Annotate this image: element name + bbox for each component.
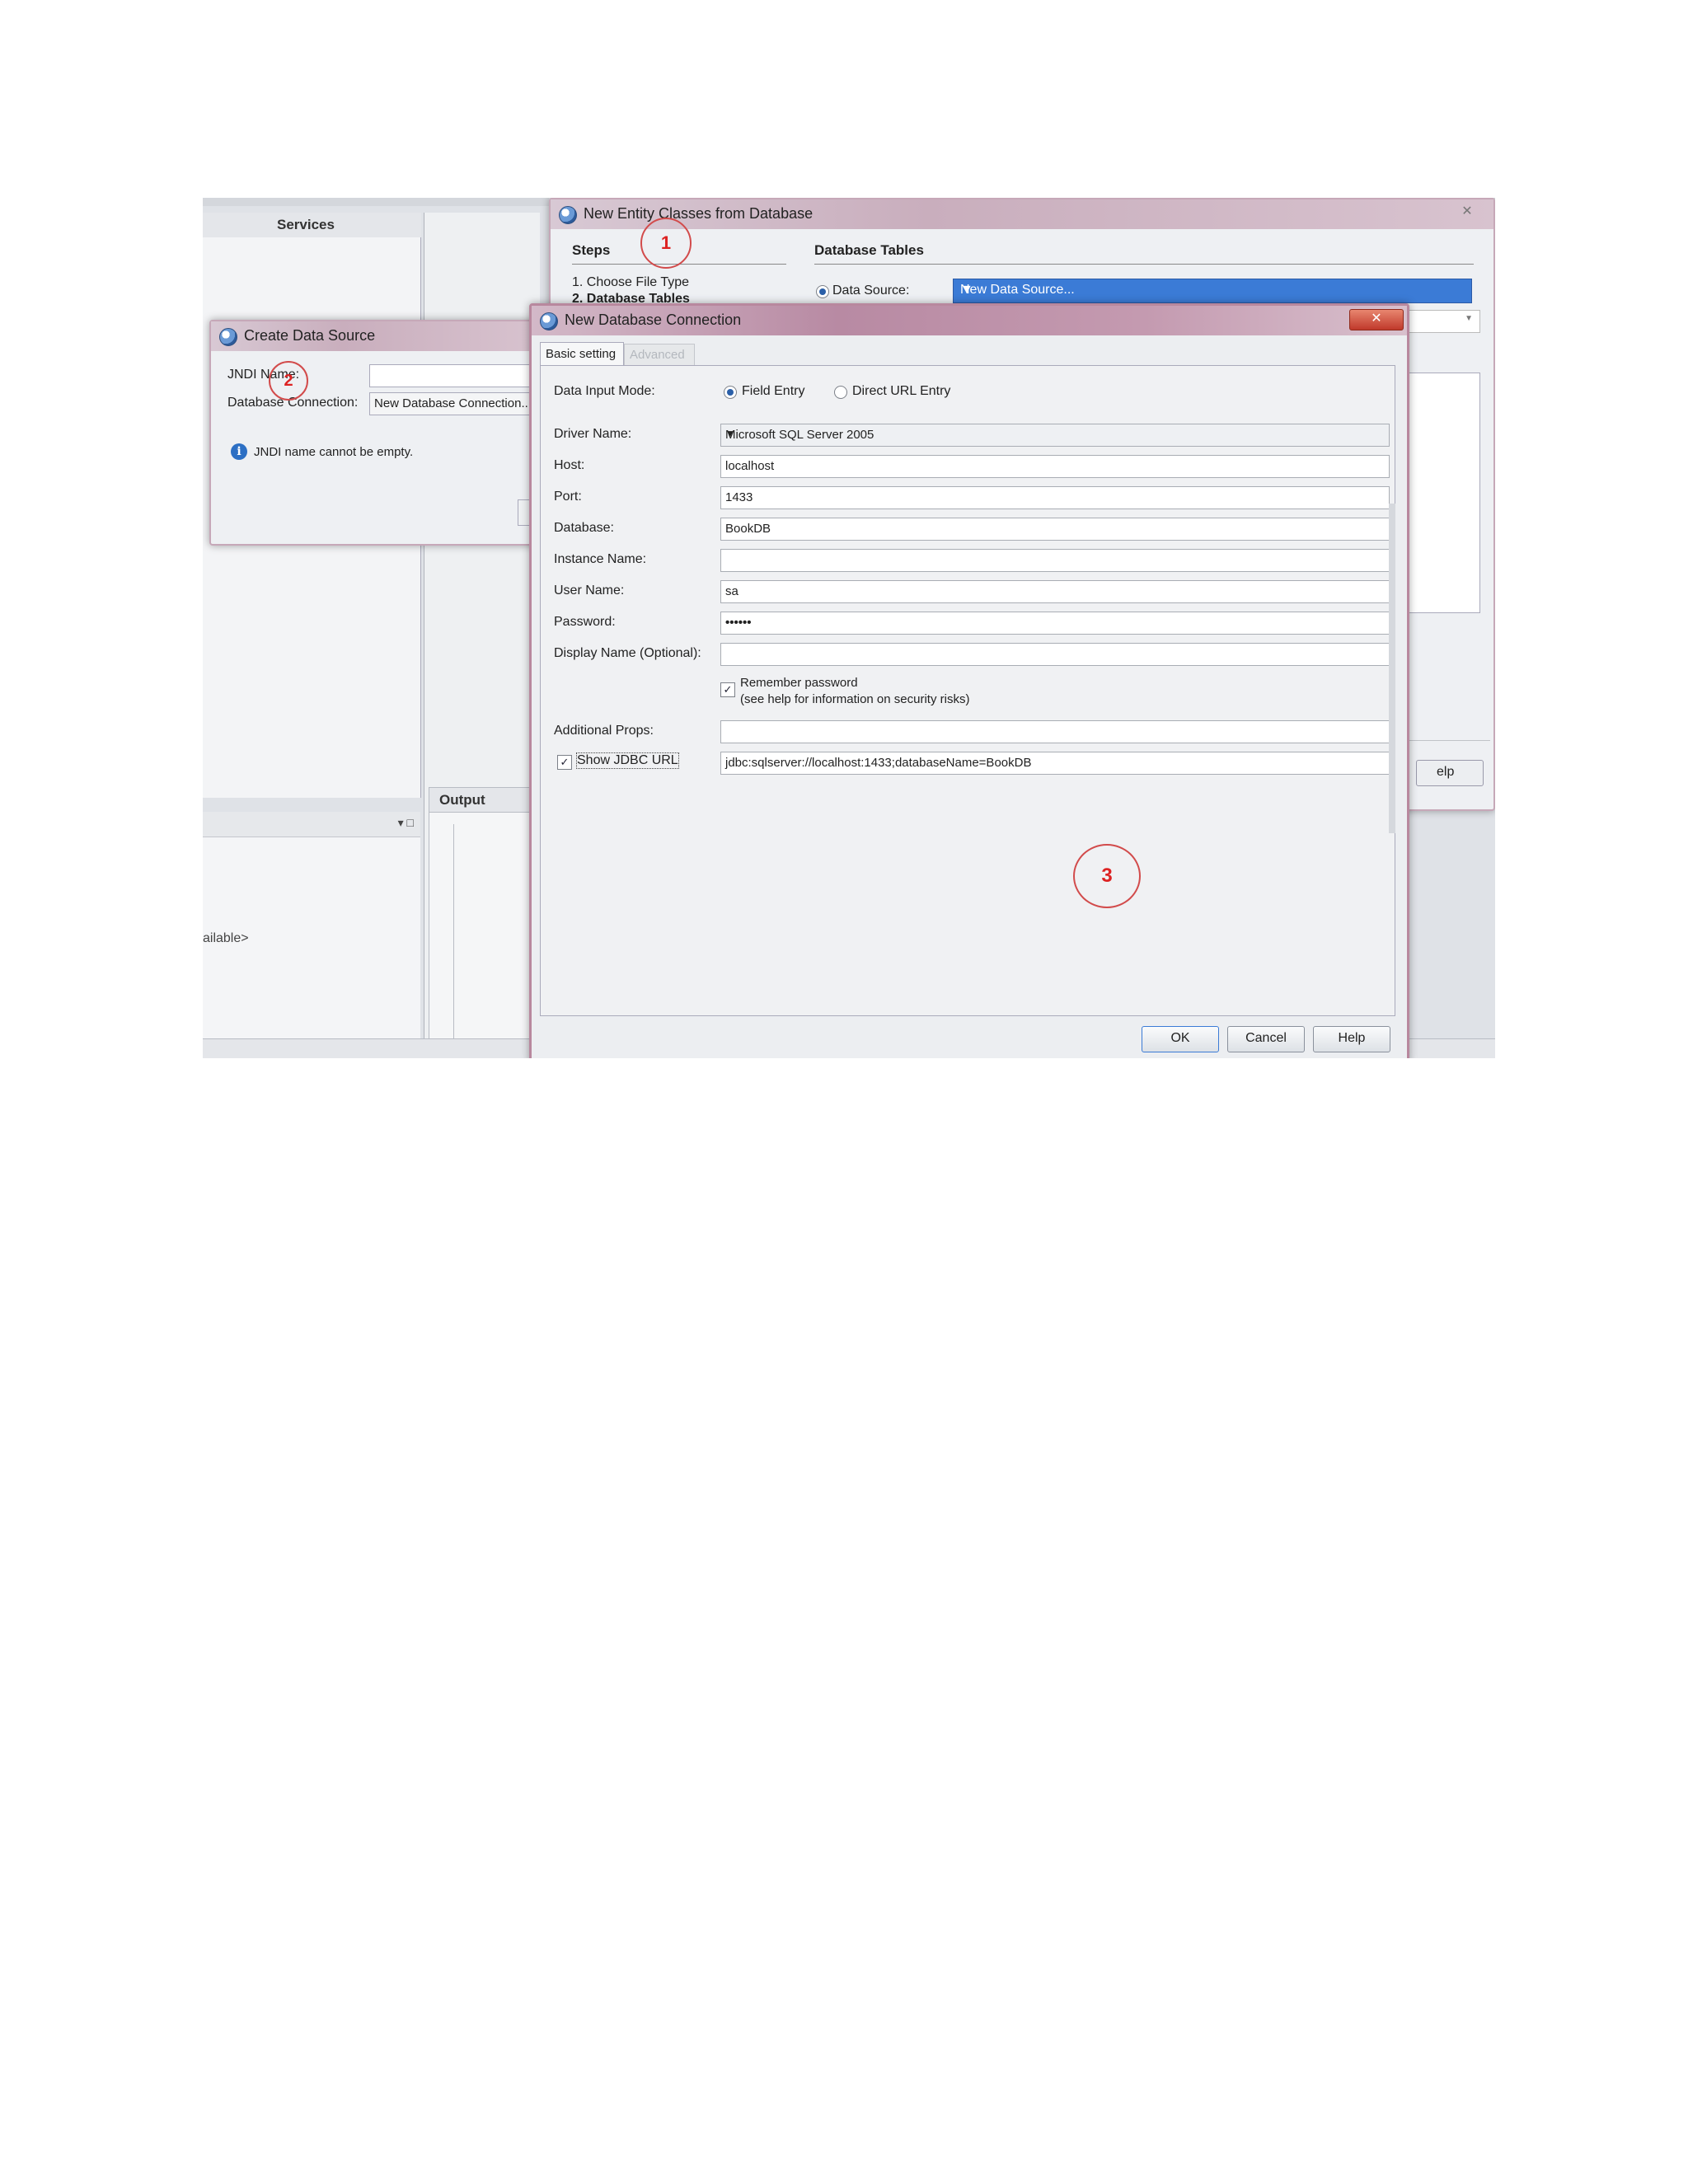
field-entry-radio[interactable]	[724, 386, 737, 399]
host-label: Host:	[554, 458, 585, 472]
host-value: localhost	[725, 459, 775, 473]
annotation-circle-1: 1	[640, 218, 692, 269]
database-label: Database:	[554, 521, 614, 535]
jndi-name-input[interactable]	[369, 364, 544, 387]
driver-name-select[interactable]: Microsoft SQL Server 2005 ▼	[720, 424, 1390, 447]
screenshot: Services ▾ □ ailable> Output New Entity …	[203, 198, 1495, 1058]
show-jdbc-url-label[interactable]: Show JDBC URL	[576, 752, 679, 769]
remember-password-checkbox[interactable]: ✓	[720, 682, 735, 697]
user-name-label: User Name:	[554, 583, 625, 598]
dialog-scrollbar[interactable]	[1389, 504, 1395, 833]
database-connection-value: New Database Connection...	[374, 396, 532, 410]
tab-basic-label: Basic setting	[546, 347, 617, 361]
host-input[interactable]: localhost	[720, 455, 1390, 478]
tab-advanced-label: Advanced	[630, 348, 685, 362]
step-choose-file-type: 1. Choose File Type	[572, 275, 690, 289]
display-name-label: Display Name (Optional):	[554, 646, 701, 660]
remember-password-hint: (see help for information on security ri…	[740, 692, 970, 706]
password-label: Password:	[554, 615, 616, 629]
chevron-down-icon: ▼	[960, 283, 973, 297]
cancel-button[interactable]: Cancel	[1227, 1026, 1305, 1052]
database-connection-select[interactable]: New Database Connection...	[369, 392, 544, 415]
output-tab-label: Output	[439, 792, 485, 808]
direct-url-radio[interactable]	[834, 386, 847, 399]
port-value: 1433	[725, 490, 753, 504]
ok-button[interactable]: OK	[1142, 1026, 1219, 1052]
tab-services[interactable]: Services	[203, 213, 421, 238]
database-value: BookDB	[725, 522, 771, 536]
panel-controls-icon[interactable]: ▾ □	[398, 816, 414, 830]
driver-name-label: Driver Name:	[554, 427, 632, 441]
chevron-down-icon: ▼	[1465, 314, 1473, 323]
close-icon[interactable]: ✕	[1349, 309, 1404, 330]
display-name-input[interactable]	[720, 643, 1390, 666]
basic-setting-panel: Data Input Mode: Field Entry Direct URL …	[540, 365, 1395, 1016]
tab-basic-setting[interactable]: Basic setting	[540, 342, 624, 366]
cds-title: Create Data Source	[244, 327, 376, 344]
user-name-value: sa	[725, 584, 738, 598]
ide-toolbar	[203, 198, 549, 206]
instance-name-input[interactable]	[720, 549, 1390, 572]
data-input-mode-label: Data Input Mode:	[554, 384, 655, 398]
password-value: ••••••	[725, 616, 752, 630]
additional-props-input[interactable]	[720, 720, 1390, 743]
jdbc-url-input[interactable]: jdbc:sqlserver://localhost:1433;database…	[720, 752, 1390, 775]
output-divider	[453, 824, 454, 1038]
remember-password-label: Remember password	[740, 676, 858, 690]
help-button[interactable]: Help	[1313, 1026, 1390, 1052]
entity-title: New Entity Classes from Database	[584, 205, 814, 222]
field-entry-label: Field Entry	[742, 384, 805, 398]
user-name-input[interactable]: sa	[720, 580, 1390, 603]
ndc-title: New Database Connection	[565, 312, 742, 328]
port-label: Port:	[554, 490, 582, 504]
ndc-title-bar[interactable]: New Database Connection ✕	[532, 306, 1407, 335]
services-tab-label: Services	[277, 217, 335, 232]
database-input[interactable]: BookDB	[720, 518, 1390, 541]
data-source-select[interactable]: New Data Source... ▼	[953, 279, 1472, 303]
entity-help-button[interactable]: elp	[1416, 760, 1484, 786]
validation-message: JNDI name cannot be empty.	[254, 445, 414, 459]
data-source-radio[interactable]	[816, 285, 829, 298]
port-input[interactable]: 1433	[720, 486, 1390, 509]
tab-advanced[interactable]: Advanced	[624, 344, 695, 366]
close-icon[interactable]: ✕	[1451, 203, 1484, 223]
annotation-circle-2: 2	[269, 361, 308, 401]
navigator-panel	[203, 812, 420, 1043]
netbeans-icon	[219, 328, 237, 346]
tab-output[interactable]: Output	[429, 787, 537, 813]
direct-url-label: Direct URL Entry	[852, 384, 951, 398]
password-input[interactable]: ••••••	[720, 612, 1390, 635]
show-jdbc-url-checkbox[interactable]: ✓	[557, 755, 572, 770]
create-data-source-dialog: Create Data Source JNDI Name: Database C…	[209, 320, 544, 546]
new-database-connection-dialog: New Database Connection ✕ Basic setting …	[529, 303, 1409, 1058]
info-icon: i	[231, 443, 247, 460]
output-panel	[429, 812, 541, 1044]
jdbc-url-value: jdbc:sqlserver://localhost:1433;database…	[725, 756, 1032, 770]
chevron-down-icon: ▼	[725, 428, 735, 439]
netbeans-icon	[559, 206, 577, 224]
data-source-label: Data Source:	[832, 284, 910, 298]
navigator-text: ailable>	[203, 931, 249, 945]
navigator-header: ▾ □	[203, 812, 420, 837]
annotation-circle-3: 3	[1073, 844, 1141, 908]
database-tables-header: Database Tables	[814, 242, 1474, 265]
instance-name-label: Instance Name:	[554, 552, 647, 566]
entity-help-label: elp	[1437, 765, 1455, 779]
additional-props-label: Additional Props:	[554, 724, 654, 738]
entity-title-bar[interactable]: New Entity Classes from Database ✕	[551, 199, 1493, 229]
netbeans-icon	[540, 312, 558, 330]
cds-title-bar[interactable]: Create Data Source	[211, 321, 541, 351]
